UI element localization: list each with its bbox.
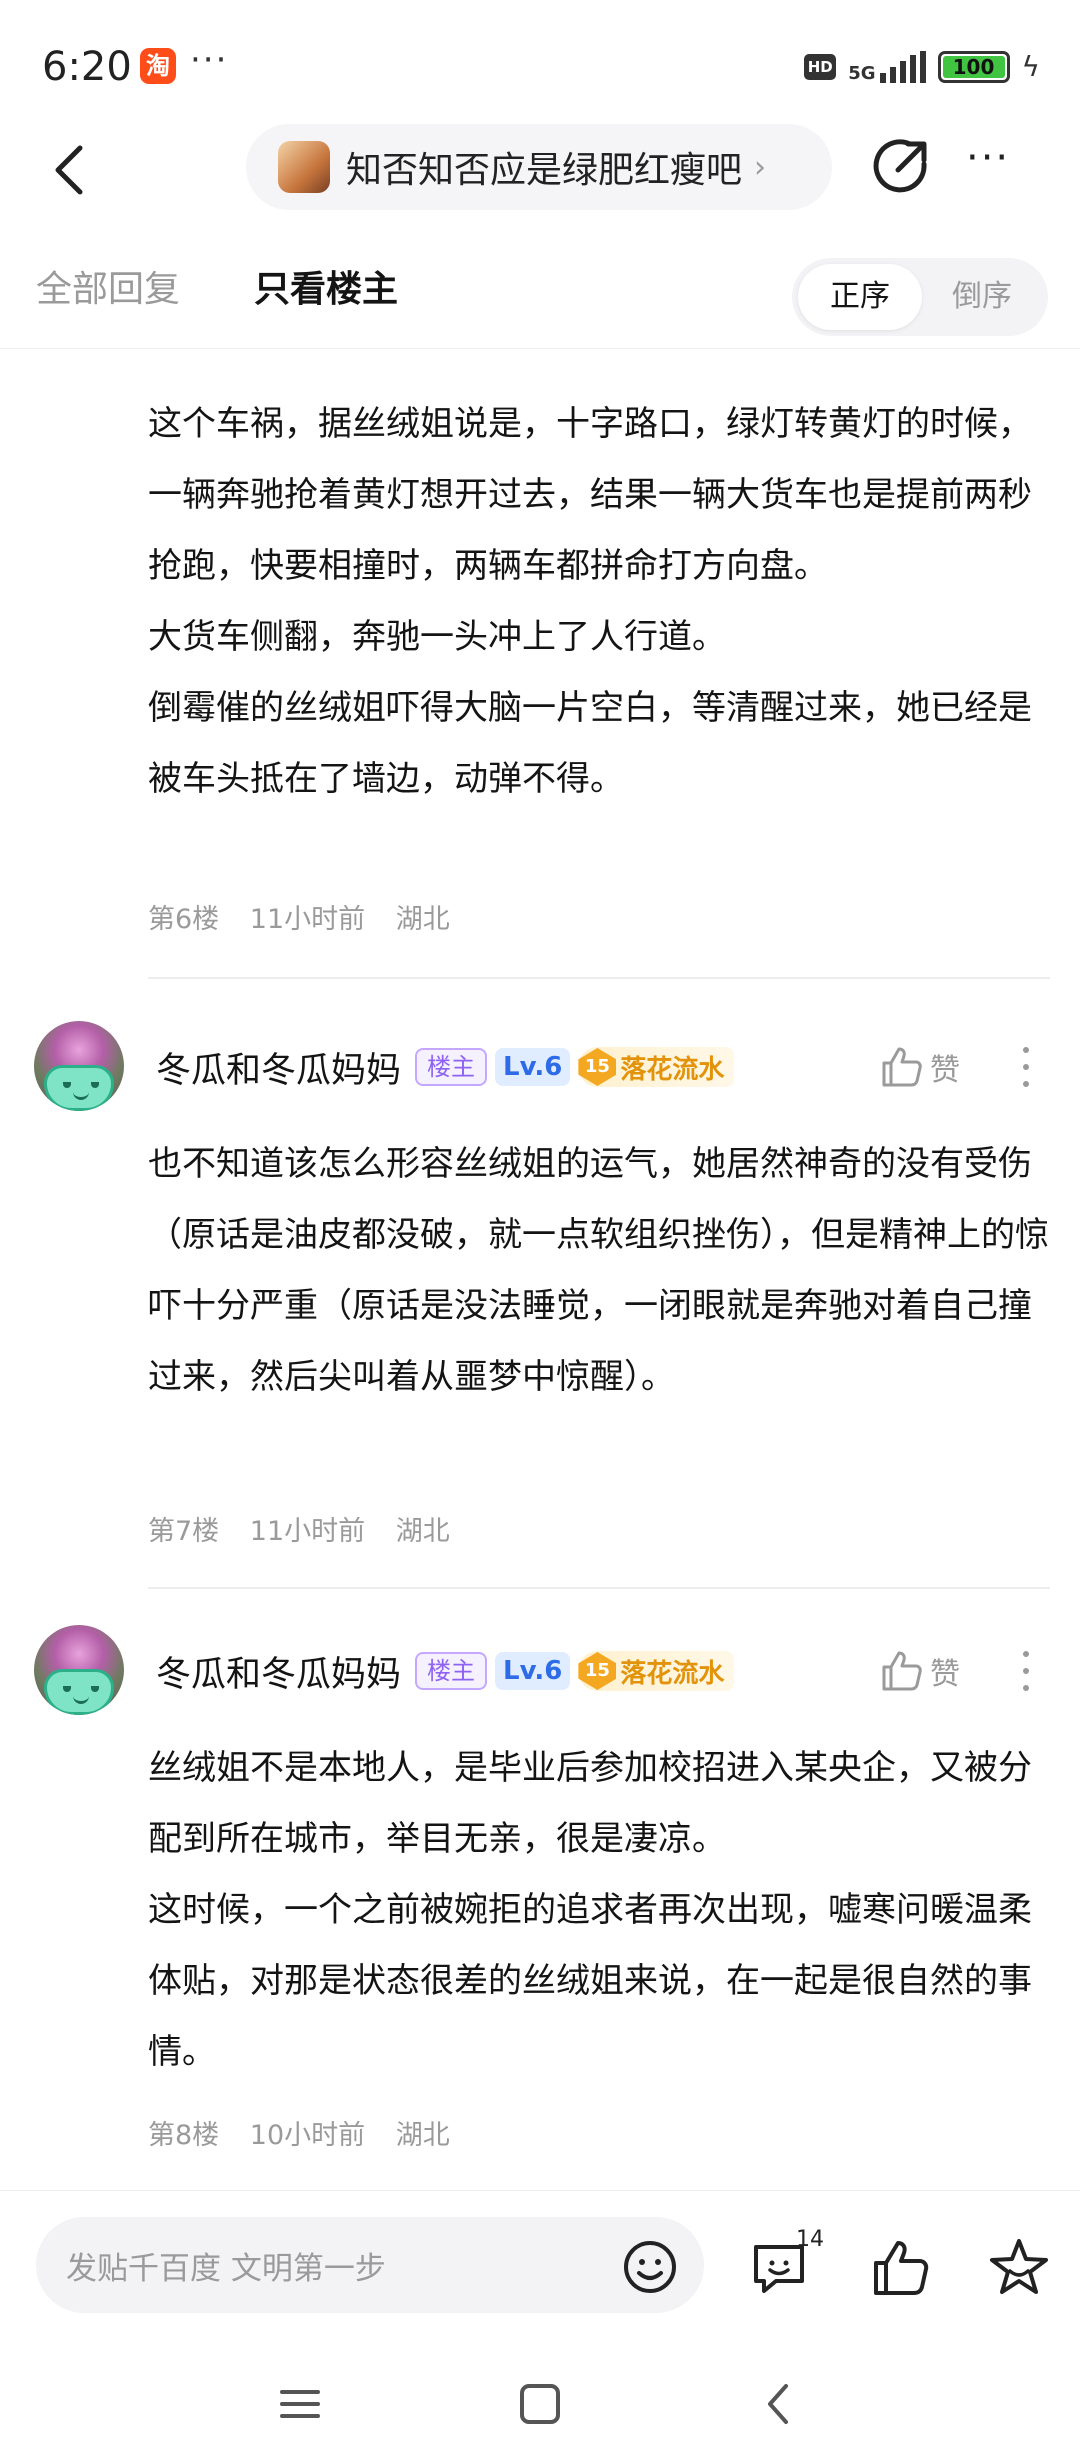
post-time: 11小时前	[249, 904, 366, 935]
thumbs-up-icon	[882, 1047, 922, 1087]
home-icon[interactable]	[510, 2374, 570, 2434]
signal-icon	[879, 50, 926, 83]
tab-only-op[interactable]: 只看楼主	[254, 260, 398, 312]
user-avatar[interactable]	[34, 349, 124, 377]
like-label: 赞	[930, 1657, 960, 1692]
like-icon[interactable]	[868, 2235, 934, 2301]
forum-avatar	[278, 141, 330, 193]
top-nav-bar: 知否知否应是绿肥红瘦吧 › ···	[0, 120, 1080, 220]
post-meta: 第7楼 11小时前 湖北	[148, 1509, 472, 1548]
rank-title: 落花流水	[620, 1054, 725, 1085]
floor-number: 第6楼	[148, 904, 220, 935]
status-bar: 6:20 淘 ··· HD 5G 100 ϟ	[0, 0, 1080, 140]
rank-badge: 15 落花流水	[578, 1651, 735, 1691]
username[interactable]: 冬瓜和冬瓜妈妈	[156, 1042, 401, 1093]
sort-toggle: 正序 倒序	[792, 258, 1048, 336]
network-type: 5G	[848, 62, 876, 84]
system-back-icon[interactable]	[750, 2374, 810, 2434]
sort-ascending-button[interactable]: 正序	[798, 264, 922, 330]
comment-count: 14	[796, 2227, 824, 2252]
network-indicator: 5G	[848, 50, 926, 84]
post-text: 这个车祸，据丝绒姐说是，十字路口，绿灯转黄灯的时候，一辆奔驰抢着黄灯想开过去，结…	[148, 404, 1032, 799]
emoji-icon[interactable]	[620, 2237, 680, 2297]
battery-icon: 100	[937, 50, 1010, 83]
post-text: 也不知道该怎么形容丝绒姐的运气，她居然神奇的没有受伤（原话是油皮都没破，就一点软…	[148, 1144, 1049, 1397]
rank-level-icon: 15	[578, 1048, 617, 1086]
reply-bar: 发贴千百度 文明第一步 14	[0, 2190, 1080, 2340]
level-badge: Lv.6	[495, 1048, 571, 1086]
reply-placeholder: 发贴千百度 文明第一步	[66, 2251, 386, 2287]
rank-level-icon: 15	[578, 1652, 617, 1690]
hd-icon: HD	[804, 53, 837, 80]
notification-more-icon: ···	[190, 40, 229, 80]
post-meta: 第8楼 10小时前 湖北	[148, 2113, 472, 2152]
sort-descending-button[interactable]: 倒序	[922, 264, 1042, 330]
more-icon[interactable]: ···	[966, 138, 1026, 188]
share-icon[interactable]	[868, 134, 932, 198]
forum-name: 知否知否应是绿肥红瘦吧	[346, 150, 743, 191]
user-avatar[interactable]	[34, 1021, 124, 1111]
post-divider	[148, 977, 1050, 979]
user-info: 冬瓜和冬瓜妈妈 楼主 Lv.6 15 落花流水	[156, 1037, 735, 1097]
op-badge: 楼主	[415, 1048, 488, 1086]
battery-level: 100	[952, 54, 995, 79]
like-button[interactable]: 赞	[880, 1643, 974, 1699]
reply-filter-tabs: 全部回复 只看楼主 正序 倒序	[0, 250, 1080, 346]
post-more-icon[interactable]	[1016, 1643, 1036, 1699]
post-meta: 第6楼 11小时前 湖北	[148, 897, 472, 936]
post-location: 湖北	[395, 904, 450, 935]
menu-icon[interactable]	[270, 2374, 330, 2434]
post-location: 湖北	[395, 1516, 450, 1547]
post-time: 11小时前	[249, 1516, 366, 1547]
floor-number: 第7楼	[148, 1516, 220, 1547]
post-divider	[148, 1587, 1050, 1589]
floor-number: 第8楼	[148, 2120, 220, 2151]
system-navigation-bar	[0, 2340, 1080, 2460]
post-time: 10小时前	[249, 2120, 366, 2151]
taobao-icon: 淘	[140, 48, 176, 84]
post-location: 湖北	[395, 2120, 450, 2151]
username[interactable]: 冬瓜和冬瓜妈妈	[156, 1646, 401, 1697]
rank-badge: 15 落花流水	[578, 1047, 735, 1087]
avatar-mask	[44, 1669, 114, 1715]
forum-link[interactable]: 知否知否应是绿肥红瘦吧 ›	[246, 124, 832, 210]
status-time: 6:20	[42, 44, 132, 90]
favorite-icon[interactable]	[986, 2235, 1052, 2301]
tab-all-replies[interactable]: 全部回复	[36, 260, 180, 312]
user-info: 冬瓜和冬瓜妈妈 楼主 Lv.6 15 落花流水	[156, 1641, 735, 1701]
thumbs-up-icon	[882, 1651, 922, 1691]
op-badge: 楼主	[415, 1652, 488, 1690]
reply-input[interactable]: 发贴千百度 文明第一步	[36, 2217, 704, 2313]
avatar-mask	[44, 1065, 114, 1111]
rank-title: 落花流水	[620, 1658, 725, 1689]
post-more-icon[interactable]	[1016, 1039, 1036, 1095]
charging-icon: ϟ	[1021, 50, 1040, 83]
back-icon[interactable]	[42, 138, 102, 202]
post-text: 丝绒姐不是本地人，是毕业后参加校招进入某央企，又被分配到所在城市，举目无亲，很是…	[148, 1748, 1032, 2072]
chevron-right-icon: ›	[754, 149, 767, 185]
like-label: 赞	[930, 1053, 960, 1088]
like-button[interactable]: 赞	[880, 1039, 974, 1095]
post-list[interactable]: 这个车祸，据丝绒姐说是，十字路口，绿灯转黄灯的时候，一辆奔驰抢着黄灯想开过去，结…	[0, 349, 1080, 2189]
level-badge: Lv.6	[495, 1652, 571, 1690]
user-avatar[interactable]	[34, 1625, 124, 1715]
status-indicators: HD 5G 100 ϟ	[804, 50, 1040, 83]
